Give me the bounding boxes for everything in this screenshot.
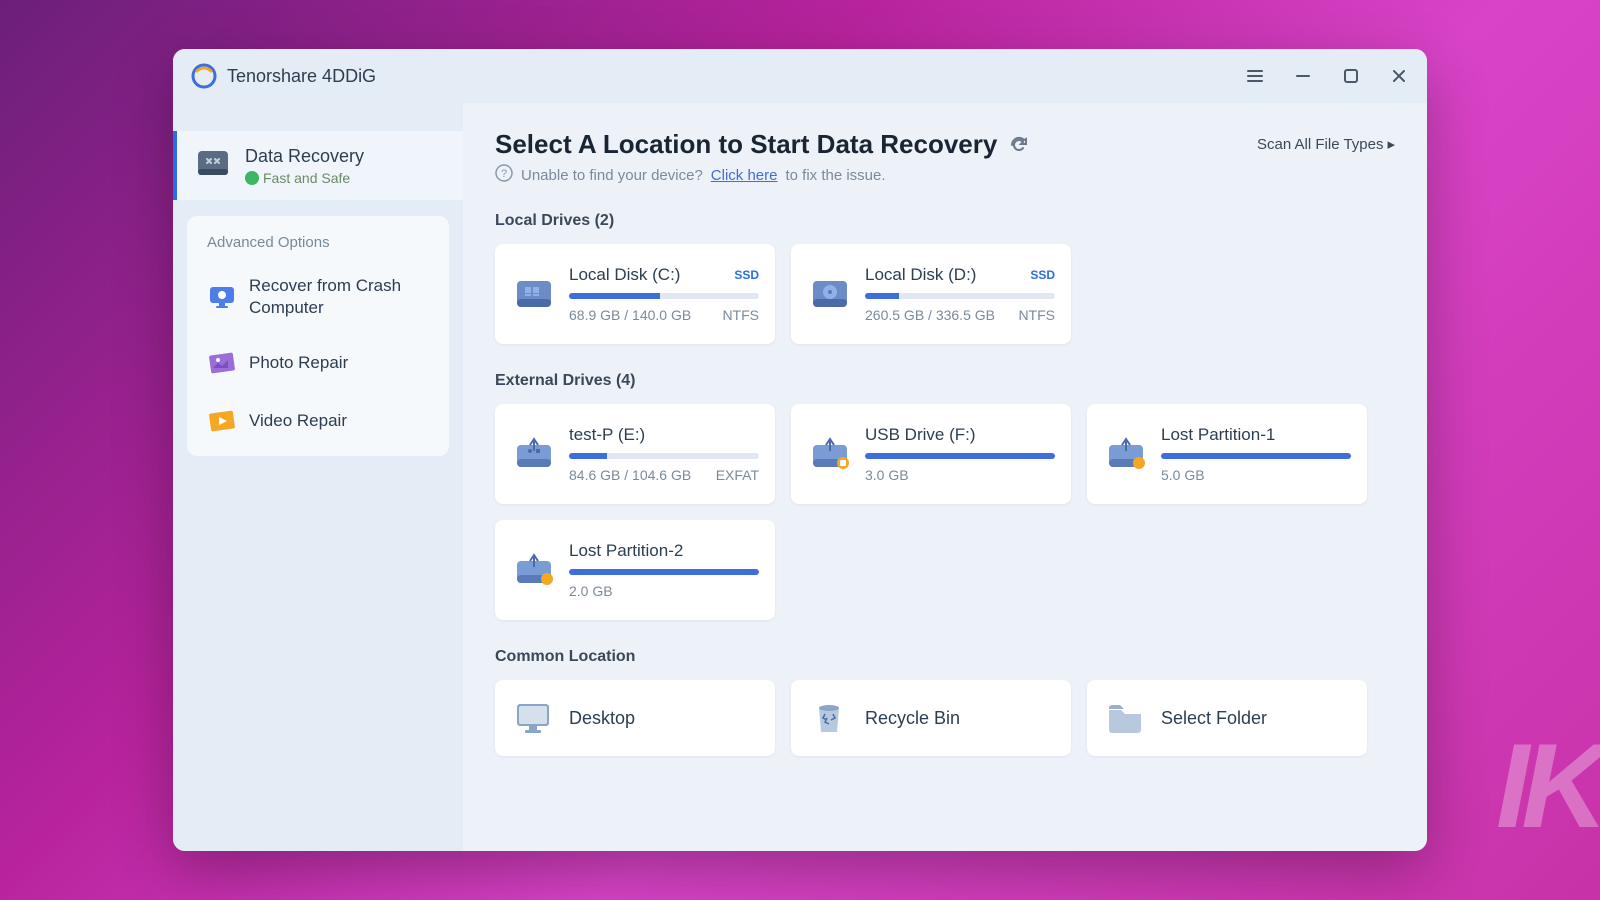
page-title: Select A Location to Start Data Recovery — [495, 129, 997, 160]
usb-icon — [807, 431, 853, 477]
sidebar-item-label: Data Recovery — [245, 145, 364, 168]
external-drives-title: External Drives (4) — [495, 372, 1395, 390]
drive-name: Lost Partition-2 — [569, 541, 683, 561]
folder-icon — [1103, 696, 1147, 740]
disk-icon — [807, 271, 853, 317]
sidebar-item-label: Video Repair — [249, 410, 347, 432]
app-logo-icon — [191, 63, 217, 89]
usage-bar — [569, 293, 759, 299]
titlebar: Tenorshare 4DDiG — [173, 49, 1427, 103]
drive-size: 3.0 GB — [865, 467, 909, 483]
check-icon — [245, 171, 259, 185]
drive-fs: NTFS — [722, 307, 759, 323]
advanced-options-card: Advanced Options Recover from Crash Comp… — [187, 216, 449, 455]
sidebar-item-data-recovery[interactable]: Data Recovery Fast and Safe — [173, 131, 463, 200]
scan-all-link[interactable]: Scan All File Types ▸ — [1257, 129, 1395, 153]
monitor-icon — [207, 282, 237, 312]
watermark: IK — [1496, 717, 1600, 855]
refresh-icon[interactable] — [1009, 135, 1029, 155]
desktop-icon — [511, 696, 555, 740]
drive-card[interactable]: Lost Partition-1 5.0 GB — [1087, 404, 1367, 504]
drive-card[interactable]: Local Disk (C:) SSD 68.9 GB / 140.0 GB NTF… — [495, 244, 775, 344]
external-drives-list: test-P (E:) 84.6 GB / 104.6 GB EXFAT USB … — [495, 404, 1395, 620]
minimize-button[interactable] — [1289, 62, 1317, 90]
app-title: Tenorshare 4DDiG — [227, 66, 376, 87]
main-content: Select A Location to Start Data Recovery… — [463, 103, 1427, 851]
recycle-bin-icon — [807, 696, 851, 740]
drive-size: 260.5 GB / 336.5 GB — [865, 307, 995, 323]
drive-card[interactable]: USB Drive (F:) 3.0 GB — [791, 404, 1071, 504]
sidebar: Data Recovery Fast and Safe Advanced Opt… — [173, 103, 463, 851]
sidebar-item-sub: Fast and Safe — [245, 170, 364, 186]
usage-bar — [1161, 453, 1351, 459]
app-logo-wrap: Tenorshare 4DDiG — [191, 63, 376, 89]
location-label: Select Folder — [1161, 708, 1267, 729]
chevron-right-icon: ▸ — [1387, 135, 1395, 153]
photo-icon — [207, 348, 237, 378]
drive-badge: SSD — [734, 268, 759, 282]
location-label: Recycle Bin — [865, 708, 960, 729]
close-button[interactable] — [1385, 62, 1413, 90]
maximize-button[interactable] — [1337, 62, 1365, 90]
drive-size: 2.0 GB — [569, 583, 613, 599]
drive-card[interactable]: Lost Partition-2 2.0 GB — [495, 520, 775, 620]
common-location-list: Desktop Recycle Bin Select Folder — [495, 680, 1395, 756]
data-recovery-icon — [195, 145, 231, 181]
local-drives-list: Local Disk (C:) SSD 68.9 GB / 140.0 GB NTF… — [495, 244, 1395, 344]
drive-card[interactable]: test-P (E:) 84.6 GB / 104.6 GB EXFAT — [495, 404, 775, 504]
help-text: ? Unable to find your device? Click here… — [495, 164, 1395, 186]
usb-icon — [1103, 431, 1149, 477]
drive-name: Local Disk (C:) — [569, 265, 680, 285]
svg-text:?: ? — [501, 168, 507, 180]
window-controls — [1241, 62, 1413, 90]
usb-icon — [511, 431, 557, 477]
sidebar-item-photo-repair[interactable]: Photo Repair — [195, 334, 441, 392]
drive-card[interactable]: Local Disk (D:) SSD 260.5 GB / 336.5 GB NT… — [791, 244, 1071, 344]
location-card-desktop[interactable]: Desktop — [495, 680, 775, 756]
drive-size: 68.9 GB / 140.0 GB — [569, 307, 691, 323]
common-location-title: Common Location — [495, 648, 1395, 666]
drive-fs: NTFS — [1018, 307, 1055, 323]
drive-size: 5.0 GB — [1161, 467, 1205, 483]
app-window: Tenorshare 4DDiG Data Recovery Fast and … — [173, 49, 1427, 851]
video-icon — [207, 406, 237, 436]
drive-name: USB Drive (F:) — [865, 425, 976, 445]
usage-bar — [865, 453, 1055, 459]
help-icon: ? — [495, 164, 513, 186]
sidebar-item-recover-crash[interactable]: Recover from Crash Computer — [195, 261, 441, 333]
location-label: Desktop — [569, 708, 635, 729]
disk-icon — [511, 271, 557, 317]
usage-bar — [865, 293, 1055, 299]
local-drives-title: Local Drives (2) — [495, 212, 1395, 230]
sidebar-item-label: Recover from Crash Computer — [249, 275, 429, 319]
advanced-options-header: Advanced Options — [195, 228, 441, 261]
drive-name: Local Disk (D:) — [865, 265, 976, 285]
drive-name: Lost Partition-1 — [1161, 425, 1275, 445]
drive-size: 84.6 GB / 104.6 GB — [569, 467, 691, 483]
sidebar-item-video-repair[interactable]: Video Repair — [195, 392, 441, 450]
location-card-recycle-bin[interactable]: Recycle Bin — [791, 680, 1071, 756]
sidebar-item-label: Photo Repair — [249, 352, 348, 374]
help-link[interactable]: Click here — [711, 167, 778, 184]
drive-fs: EXFAT — [716, 467, 759, 483]
usage-bar — [569, 569, 759, 575]
drive-badge: SSD — [1030, 268, 1055, 282]
menu-button[interactable] — [1241, 62, 1269, 90]
usb-icon — [511, 547, 557, 593]
drive-name: test-P (E:) — [569, 425, 645, 445]
usage-bar — [569, 453, 759, 459]
location-card-select-folder[interactable]: Select Folder — [1087, 680, 1367, 756]
